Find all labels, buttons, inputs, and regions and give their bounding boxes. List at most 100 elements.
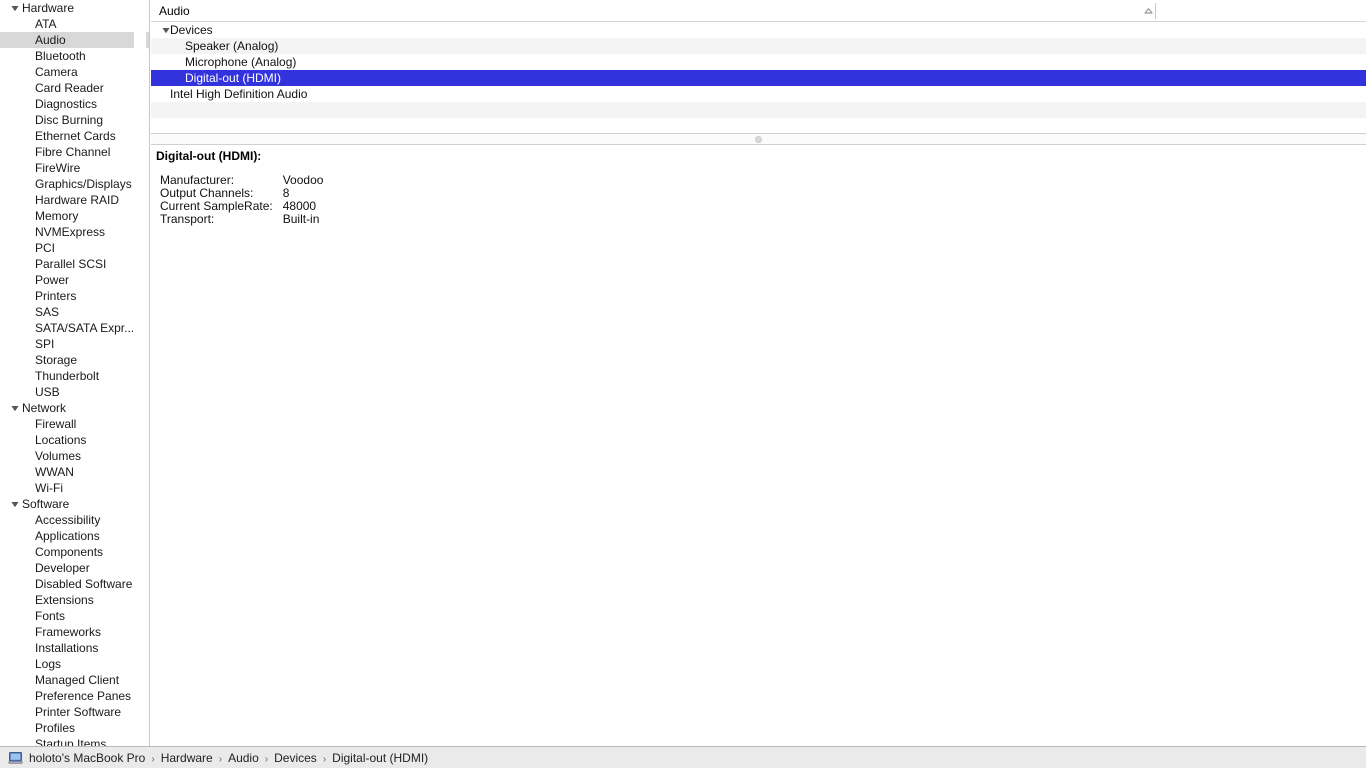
breadcrumb-item[interactable]: Hardware	[161, 751, 213, 765]
sidebar-item-power[interactable]: Power	[0, 272, 149, 288]
chevron-up-icon[interactable]	[1140, 0, 1156, 22]
sidebar-item-memory[interactable]: Memory	[0, 208, 149, 224]
sidebar-item-graphics-displays[interactable]: Graphics/Displays	[0, 176, 149, 192]
column-divider[interactable]	[1155, 3, 1156, 19]
sidebar-item-disabled-software[interactable]: Disabled Software	[0, 576, 149, 592]
table-row[interactable]: Digital-out (HDMI)	[151, 70, 1366, 86]
sidebar-item-label: Ethernet Cards	[35, 129, 116, 143]
sidebar-item-sata-sata-expr[interactable]: SATA/SATA Expr...	[0, 320, 149, 336]
detail-field-key: Transport:	[160, 212, 215, 226]
sidebar-item-label: Software	[22, 497, 70, 511]
sidebar-item-label: Storage	[35, 353, 78, 367]
device-list-item-label: Devices	[170, 23, 213, 37]
breadcrumb-item[interactable]: Digital-out (HDMI)	[332, 751, 428, 765]
sidebar-item-bluetooth[interactable]: Bluetooth	[0, 48, 149, 64]
sidebar-item-hardware-raid[interactable]: Hardware RAID	[0, 192, 149, 208]
sidebar[interactable]: Hardware ATA Audio Bluetooth Camera Card Read…	[0, 0, 150, 746]
sidebar-item-label: SATA/SATA Expr...	[35, 321, 135, 335]
sidebar-item-usb[interactable]: USB	[0, 384, 149, 400]
sidebar-item-volumes[interactable]: Volumes	[0, 448, 149, 464]
sidebar-item-managed-client[interactable]: Managed Client	[0, 672, 149, 688]
detail-field-value: Built-in	[282, 212, 320, 226]
sidebar-item-developer[interactable]: Developer	[0, 560, 149, 576]
sidebar-item-wwan[interactable]: WWAN	[0, 464, 149, 480]
sidebar-item-label: Logs	[35, 657, 62, 671]
sidebar-item-thunderbolt[interactable]: Thunderbolt	[0, 368, 149, 384]
sidebar-item-components[interactable]: Components	[0, 544, 149, 560]
sidebar-item-label: Disabled Software	[35, 577, 133, 591]
sidebar-item-label: Printer Software	[35, 705, 122, 719]
sidebar-item-camera[interactable]: Camera	[0, 64, 149, 80]
sidebar-item-nvmexpress[interactable]: NVMExpress	[0, 224, 149, 240]
device-list-pane: Audio Devices Speaker (Analog) Microphone …	[151, 0, 1366, 134]
sidebar-item-label: Fibre Channel	[35, 145, 111, 159]
sidebar-item-label: Parallel SCSI	[35, 257, 107, 271]
sidebar-item-label: SAS	[35, 305, 60, 319]
sidebar-item-logs[interactable]: Logs	[0, 656, 149, 672]
sidebar-item-label: Diagnostics	[35, 97, 98, 111]
sidebar-item-label: Network	[22, 401, 67, 415]
sidebar-item-hardware[interactable]: Hardware	[0, 0, 149, 16]
device-list-item-label: Speaker (Analog)	[185, 39, 279, 53]
sidebar-item-ethernet-cards[interactable]: Ethernet Cards	[0, 128, 149, 144]
sidebar-item-label: Preference Panes	[35, 689, 132, 703]
sidebar-item-label: Firewall	[35, 417, 77, 431]
sidebar-item-locations[interactable]: Locations	[0, 432, 149, 448]
table-row[interactable]: Microphone (Analog)	[151, 54, 1366, 70]
sidebar-item-spi[interactable]: SPI	[0, 336, 149, 352]
sidebar-item-wi-fi[interactable]: Wi-Fi	[0, 480, 149, 496]
sidebar-item-firewire[interactable]: FireWire	[0, 160, 149, 176]
table-row[interactable]: Devices	[151, 22, 1366, 38]
breadcrumb-bar: holoto's MacBook Pro › Hardware › Audio › Devi…	[0, 746, 1366, 768]
sidebar-item-audio[interactable]: Audio	[0, 32, 149, 48]
sidebar-item-frameworks[interactable]: Frameworks	[0, 624, 149, 640]
sidebar-item-printers[interactable]: Printers	[0, 288, 149, 304]
sidebar-item-label: Printers	[35, 289, 77, 303]
sidebar-list: Hardware ATA Audio Bluetooth Camera Card Read…	[0, 0, 149, 746]
disclosure-triangle-down-icon[interactable]	[10, 400, 20, 416]
sidebar-item-fonts[interactable]: Fonts	[0, 608, 149, 624]
sidebar-item-preference-panes[interactable]: Preference Panes	[0, 688, 149, 704]
sidebar-item-ata[interactable]: ATA	[0, 16, 149, 32]
breadcrumb-item[interactable]: holoto's MacBook Pro	[29, 751, 145, 765]
sidebar-item-label: Audio	[35, 33, 66, 47]
sidebar-scrollbar[interactable]	[134, 2, 146, 742]
device-list-item-label: Microphone (Analog)	[185, 55, 297, 69]
pane-splitter[interactable]	[151, 133, 1366, 145]
sidebar-item-label: Bluetooth	[35, 49, 86, 63]
sidebar-item-label: Developer	[35, 561, 90, 575]
sidebar-item-card-reader[interactable]: Card Reader	[0, 80, 149, 96]
list-column-header[interactable]: Audio	[151, 0, 1366, 22]
sidebar-item-label: Applications	[35, 529, 100, 543]
sidebar-item-disc-burning[interactable]: Disc Burning	[0, 112, 149, 128]
sidebar-item-profiles[interactable]: Profiles	[0, 720, 149, 736]
breadcrumb-item[interactable]: Devices	[274, 751, 317, 765]
sidebar-item-accessibility[interactable]: Accessibility	[0, 512, 149, 528]
table-row[interactable]: Speaker (Analog)	[151, 38, 1366, 54]
sidebar-item-sas[interactable]: SAS	[0, 304, 149, 320]
table-row[interactable]: Intel High Definition Audio	[151, 86, 1366, 102]
sidebar-item-software[interactable]: Software	[0, 496, 149, 512]
sidebar-item-network[interactable]: Network	[0, 400, 149, 416]
sidebar-item-label: Frameworks	[35, 625, 102, 639]
sidebar-item-firewall[interactable]: Firewall	[0, 416, 149, 432]
sidebar-item-applications[interactable]: Applications	[0, 528, 149, 544]
sidebar-item-label: ATA	[35, 17, 57, 31]
sidebar-item-startup-items[interactable]: Startup Items	[0, 736, 149, 746]
sidebar-item-pci[interactable]: PCI	[0, 240, 149, 256]
sidebar-item-parallel-scsi[interactable]: Parallel SCSI	[0, 256, 149, 272]
disclosure-triangle-down-icon[interactable]	[10, 496, 20, 512]
disclosure-triangle-down-icon[interactable]	[10, 0, 20, 16]
sidebar-item-printer-software[interactable]: Printer Software	[0, 704, 149, 720]
splitter-handle[interactable]	[755, 135, 762, 143]
breadcrumb-separator-icon: ›	[322, 753, 327, 765]
sidebar-item-label: Installations	[35, 641, 99, 655]
sidebar-item-fibre-channel[interactable]: Fibre Channel	[0, 144, 149, 160]
sidebar-item-extensions[interactable]: Extensions	[0, 592, 149, 608]
sidebar-item-storage[interactable]: Storage	[0, 352, 149, 368]
breadcrumb-item[interactable]: Audio	[228, 751, 259, 765]
sidebar-item-installations[interactable]: Installations	[0, 640, 149, 656]
breadcrumb: holoto's MacBook Pro › Hardware › Audio › Devi…	[29, 751, 428, 765]
sidebar-item-diagnostics[interactable]: Diagnostics	[0, 96, 149, 112]
macbook-icon	[7, 751, 24, 764]
